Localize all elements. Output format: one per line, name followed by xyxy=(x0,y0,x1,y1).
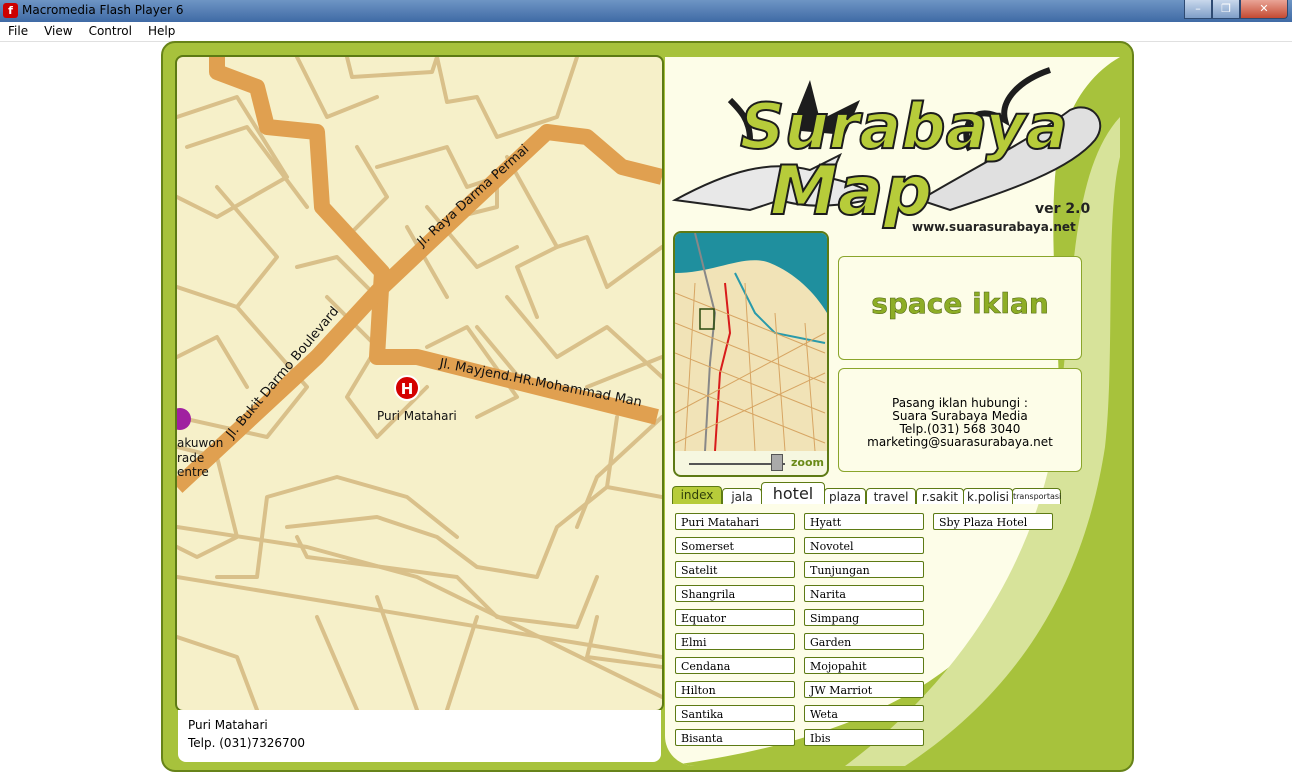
hotel-button[interactable]: Narita xyxy=(804,585,924,602)
hotel-button[interactable]: Hilton xyxy=(675,681,795,698)
overview-map-canvas[interactable] xyxy=(675,233,827,452)
hotel-button[interactable]: Satelit xyxy=(675,561,795,578)
hotel-button[interactable]: Simpang xyxy=(804,609,924,626)
hotel-button[interactable]: Novotel xyxy=(804,537,924,554)
close-button[interactable]: ✕ xyxy=(1240,0,1288,19)
ad-contact-line-1: Pasang iklan hubungi : xyxy=(892,396,1028,410)
hotel-label: Puri Matahari xyxy=(377,409,457,423)
title-bar: f Macromedia Flash Player 6 – ❐ ✕ xyxy=(0,0,1292,22)
hotel-button[interactable]: Ibis xyxy=(804,729,924,746)
zoom-label: zoom xyxy=(791,456,824,469)
zoom-slider-thumb[interactable] xyxy=(771,454,783,471)
hotel-button[interactable]: Cendana xyxy=(675,657,795,674)
poi-marker-icon[interactable] xyxy=(177,408,191,430)
hotel-button[interactable]: Tunjungan xyxy=(804,561,924,578)
version-label: ver 2.0 xyxy=(1035,201,1091,217)
hotel-button[interactable]: Somerset xyxy=(675,537,795,554)
tab-travel[interactable]: travel xyxy=(866,488,916,504)
map-view[interactable]: Jl. Raya Darma Permai Jl. Bukit Darmo Bo… xyxy=(175,55,664,712)
ad-contact-line-3: Telp.(031) 568 3040 xyxy=(899,422,1021,436)
road-label-darma-permai: Jl. Raya Darma Permai xyxy=(414,142,532,251)
tab-jalan[interactable]: jala xyxy=(722,488,762,504)
tab-index[interactable]: index xyxy=(672,486,722,504)
window-controls: – ❐ ✕ xyxy=(1184,0,1288,19)
tab-rsakit[interactable]: r.sakit xyxy=(916,488,964,504)
hotel-button[interactable]: Garden xyxy=(804,633,924,650)
hotel-button[interactable]: Sby Plaza Hotel xyxy=(933,513,1053,530)
menu-control[interactable]: Control xyxy=(81,22,140,41)
zoom-bar: zoom xyxy=(675,451,827,475)
minimize-button[interactable]: – xyxy=(1184,0,1212,19)
poi-label-1: akuwon xyxy=(177,436,223,450)
tab-transportasi[interactable]: transportasi xyxy=(1012,488,1061,504)
overview-map[interactable]: zoom xyxy=(673,231,829,477)
location-info: Puri Matahari Telp. (031)7326700 xyxy=(178,710,661,762)
logo-word-map: Map xyxy=(769,151,933,232)
window-title: Macromedia Flash Player 6 xyxy=(22,3,184,17)
hotel-button[interactable]: Mojopahit xyxy=(804,657,924,674)
category-tabs: index jala hotel plaza travel r.sakit k.… xyxy=(672,482,1072,504)
location-phone: Telp. (031)7326700 xyxy=(188,736,305,750)
hotel-button[interactable]: Santika xyxy=(675,705,795,722)
hotel-marker-letter: H xyxy=(401,380,414,398)
ad-contact-line-2: Suara Surabaya Media xyxy=(892,409,1028,423)
tab-hotel[interactable]: hotel xyxy=(761,482,825,504)
road-label-mayjend: Jl. Mayjend.HR.Mohammad Man xyxy=(437,356,643,410)
hotel-button[interactable]: JW Marriot xyxy=(804,681,924,698)
ad-text: space iklan xyxy=(871,287,1049,321)
ad-contact-line-4: marketing@suarasurabaya.net xyxy=(867,435,1053,449)
poi-label-2: rade xyxy=(177,451,204,465)
poi-label-3: entre xyxy=(177,465,209,479)
website-label: www.suarasurabaya.net xyxy=(912,220,1076,234)
ad-contact: Pasang iklan hubungi : Suara Surabaya Me… xyxy=(838,368,1082,472)
menu-help[interactable]: Help xyxy=(140,22,183,41)
location-name: Puri Matahari xyxy=(188,718,268,732)
menu-file[interactable]: File xyxy=(0,22,36,41)
menu-bar: File View Control Help xyxy=(0,22,1292,42)
hotel-button[interactable]: Weta xyxy=(804,705,924,722)
map-canvas[interactable]: Jl. Raya Darma Permai Jl. Bukit Darmo Bo… xyxy=(177,57,662,710)
tab-kpolisi[interactable]: k.polisi xyxy=(963,488,1013,504)
ad-space[interactable]: space iklan xyxy=(838,256,1082,360)
flash-icon: f xyxy=(3,3,18,18)
hotel-button[interactable]: Shangrila xyxy=(675,585,795,602)
menu-view[interactable]: View xyxy=(36,22,80,41)
maximize-button[interactable]: ❐ xyxy=(1212,0,1240,19)
hotel-button[interactable]: Puri Matahari xyxy=(675,513,795,530)
tab-plaza[interactable]: plaza xyxy=(824,488,866,504)
hotel-button[interactable]: Equator xyxy=(675,609,795,626)
hotel-button[interactable]: Hyatt xyxy=(804,513,924,530)
hotel-button[interactable]: Elmi xyxy=(675,633,795,650)
hotel-button[interactable]: Bisanta xyxy=(675,729,795,746)
